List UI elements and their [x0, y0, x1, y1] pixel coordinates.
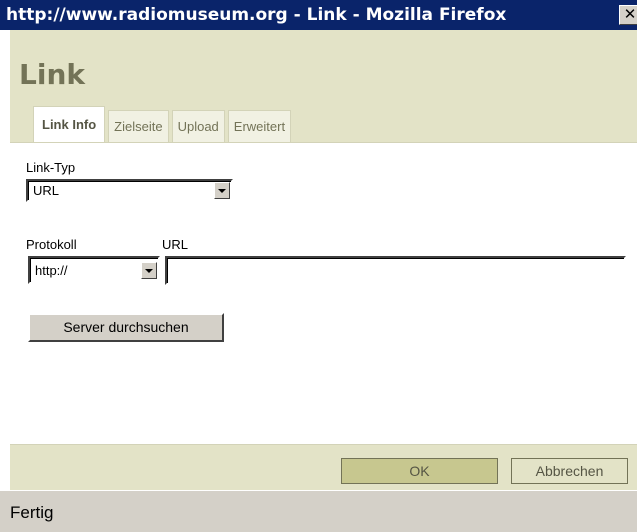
- close-icon: ✕: [623, 5, 637, 23]
- tab-link-info[interactable]: Link Info: [33, 106, 106, 142]
- browse-server-button[interactable]: Server durchsuchen: [28, 313, 224, 342]
- chevron-down-icon[interactable]: [141, 262, 157, 279]
- url-input[interactable]: [165, 256, 626, 285]
- protocol-label: Protokoll: [26, 237, 77, 252]
- close-button[interactable]: ✕: [619, 5, 637, 25]
- tab-zielseite[interactable]: Zielseite: [108, 110, 169, 142]
- ok-button[interactable]: OK: [341, 458, 498, 484]
- status-bar: Fertig: [0, 490, 637, 532]
- link-type-value: URL: [33, 183, 60, 198]
- protocol-select[interactable]: http://: [28, 256, 160, 284]
- tab-erweitert[interactable]: Erweitert: [227, 110, 292, 142]
- window-titlebar: http://www.radiomuseum.org - Link - Mozi…: [0, 0, 637, 30]
- cancel-button[interactable]: Abbrechen: [511, 458, 628, 484]
- tab-bar: Link Info Zielseite Upload Erweitert: [33, 106, 294, 142]
- url-label: URL: [162, 237, 189, 252]
- protocol-value: http://: [35, 263, 68, 278]
- window-left-edge: [0, 30, 10, 490]
- tab-upload[interactable]: Upload: [171, 110, 225, 142]
- window-title: http://www.radiomuseum.org - Link - Mozi…: [6, 5, 507, 25]
- link-type-select[interactable]: URL: [26, 179, 233, 202]
- dialog-title: Link: [19, 58, 85, 91]
- link-type-label: Link-Typ: [26, 160, 76, 175]
- chevron-down-icon[interactable]: [214, 182, 230, 199]
- status-text: Fertig: [10, 503, 54, 522]
